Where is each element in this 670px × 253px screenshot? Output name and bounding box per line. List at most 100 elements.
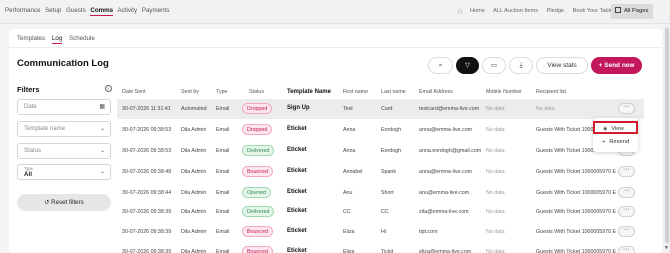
divider xyxy=(9,47,662,48)
eye-icon: ◉ xyxy=(603,126,608,132)
reset-filters-button[interactable]: ↺ Reset filters xyxy=(17,194,111,211)
tab-log[interactable]: Log xyxy=(51,35,63,44)
more-actions-button[interactable]: ··· xyxy=(618,206,635,217)
row-action-menu: ◉ View ⇥ Resend xyxy=(593,118,638,152)
view-stats-button[interactable]: View stats xyxy=(536,57,588,74)
filter-icon: ▽ xyxy=(465,62,470,69)
nav-payments[interactable]: Payments xyxy=(142,7,170,14)
link-book-your-table[interactable]: Book Your Table xyxy=(573,8,613,14)
link-pledge[interactable]: Pledge xyxy=(547,8,564,14)
scrollbar-thumb[interactable] xyxy=(665,28,669,243)
table-row[interactable]: 30-07-2026 11:31:41 Automated Email Sign Up… xyxy=(117,99,644,119)
more-actions-button[interactable]: ··· xyxy=(618,246,635,253)
all-pages-button[interactable]: All Pages xyxy=(611,4,653,19)
header-mobile[interactable]: Mobile Number xyxy=(486,89,522,95)
grid-icon xyxy=(615,7,621,13)
header-type[interactable]: Type xyxy=(216,89,227,95)
table-row[interactable]: 30-07-2026 09:38:44 Dila Admin Email Eticke… xyxy=(117,183,644,203)
cell-recipient-list: No data xyxy=(536,106,555,112)
cell-date-sent: 30-07-2026 09:38:39 xyxy=(122,249,172,253)
scroll-down-icon[interactable]: ▼ xyxy=(664,245,669,251)
table-row[interactable]: 30-07-2026 09:38:39 Dila Admin Email Eticke… xyxy=(117,242,644,253)
template-name-filter[interactable]: Template name ⌄ xyxy=(17,121,111,137)
header-sent-by[interactable]: Sent by xyxy=(181,89,199,95)
cell-first-name: CC xyxy=(343,209,351,215)
download-button[interactable]: ⤓ xyxy=(509,57,533,74)
send-new-button[interactable]: + Send new xyxy=(591,57,642,74)
cell-recipient-list: Guests With Ticket 1000005970 E xyxy=(536,169,617,175)
cell-type: Email xyxy=(216,229,230,235)
cell-first-name: Annabel xyxy=(343,169,363,175)
cell-template-name: Eticket xyxy=(287,248,307,253)
cell-sent-by: Automated xyxy=(181,106,207,112)
cell-type: Email xyxy=(216,169,230,175)
search-icon: ⌕ xyxy=(438,62,443,69)
nav-setup[interactable]: Setup xyxy=(45,7,61,14)
download-icon: ⤓ xyxy=(519,62,523,69)
table-row[interactable]: 30-07-2026 09:38:39 Dila Admin Email Eticke… xyxy=(117,222,644,242)
more-actions-button[interactable]: ··· xyxy=(618,187,635,198)
link-all-auction-items[interactable]: ALL Auction Items xyxy=(493,8,538,14)
cell-email: eliza@emma-live.com xyxy=(419,249,472,253)
more-actions-button[interactable]: ··· xyxy=(618,166,635,177)
cell-last-name: Tickit xyxy=(381,249,394,253)
star-icon[interactable]: ☆ xyxy=(453,4,467,19)
sub-tabs: Templates Log Schedule xyxy=(17,35,100,44)
chevron-down-icon: ⌄ xyxy=(99,126,105,132)
link-home[interactable]: Home xyxy=(470,8,485,14)
template-name-placeholder: Template name xyxy=(24,126,66,132)
header-last-name[interactable]: Last name xyxy=(381,89,406,95)
header-template-name[interactable]: Template Name xyxy=(287,89,331,95)
status-placeholder: Status xyxy=(24,148,42,154)
cell-date-sent: 30-07-2026 09:38:44 xyxy=(122,190,172,196)
table-row[interactable]: 30-07-2026 09:38:39 Dila Admin Email Eticke… xyxy=(117,202,644,222)
status-badge: Delivered xyxy=(242,145,275,156)
date-filter[interactable]: Date ▦ xyxy=(17,99,111,115)
cell-first-name: Anna xyxy=(343,127,356,133)
table-row[interactable]: 30-07-2026 09:38:53 Dila Admin Email Eticke… xyxy=(117,120,644,140)
tab-templates[interactable]: Templates xyxy=(17,35,45,42)
tab-schedule[interactable]: Schedule xyxy=(69,35,95,42)
table-row[interactable]: 30-07-2026 09:38:48 Dila Admin Email Eticke… xyxy=(117,162,644,182)
chevron-down-icon: ⌄ xyxy=(99,169,105,175)
status-badge: Dropped xyxy=(242,103,273,114)
site-nav: ☆ Home ALL Auction Items Pledge Book You… xyxy=(453,4,653,19)
main-nav: Performance Setup Guests Comms Activity … xyxy=(5,7,172,16)
nav-comms[interactable]: Comms xyxy=(90,7,114,16)
cell-type: Email xyxy=(216,249,230,253)
header-email[interactable]: Email Address xyxy=(419,89,453,95)
cell-mobile: No data xyxy=(486,148,505,154)
clear-filters-icon[interactable]: × xyxy=(105,85,112,92)
cell-mobile: No data xyxy=(486,106,505,112)
search-button[interactable]: ⌕ xyxy=(428,57,453,74)
header-status[interactable]: Status xyxy=(249,89,264,95)
cell-last-name: Eordogh xyxy=(381,148,402,154)
view-menu-item[interactable]: ◉ View xyxy=(593,121,638,134)
cell-type: Email xyxy=(216,106,230,112)
status-filter[interactable]: Status ⌄ xyxy=(17,143,111,159)
more-actions-button[interactable]: ··· xyxy=(618,103,635,114)
resend-menu-item[interactable]: ⇥ Resend xyxy=(593,136,638,149)
filter-button[interactable]: ▽ xyxy=(456,57,479,74)
resend-icon: ⇥ xyxy=(601,139,606,145)
table-row[interactable]: 30-07-2026 09:38:53 Dila Admin Email Eticke… xyxy=(117,141,644,161)
columns-button[interactable]: ▭ xyxy=(482,57,506,74)
nav-guests[interactable]: Guests xyxy=(66,7,86,14)
resend-label: Resend xyxy=(609,139,630,145)
header-date-sent[interactable]: Date Sent xyxy=(122,89,146,95)
cell-email: anna@emma-live.com xyxy=(419,127,473,133)
header-recipient-list[interactable]: Recipient list xyxy=(536,89,566,95)
cell-type: Email xyxy=(216,209,230,215)
status-badge: Opened xyxy=(242,187,271,198)
cell-last-name: Eordogh xyxy=(381,127,402,133)
cell-mobile: No data xyxy=(486,127,505,133)
cell-recipient-list: Guests With Ticket 1000005970 E xyxy=(536,229,617,235)
more-actions-button[interactable]: ··· xyxy=(618,226,635,237)
cell-mobile: No data xyxy=(486,249,505,253)
type-filter[interactable]: Type All ⌄ xyxy=(17,164,111,180)
cell-type: Email xyxy=(216,127,230,133)
header-first-name[interactable]: First name xyxy=(343,89,368,95)
nav-activity[interactable]: Activity xyxy=(118,7,138,14)
cell-first-name: Test xyxy=(343,106,353,112)
nav-performance[interactable]: Performance xyxy=(5,7,40,14)
